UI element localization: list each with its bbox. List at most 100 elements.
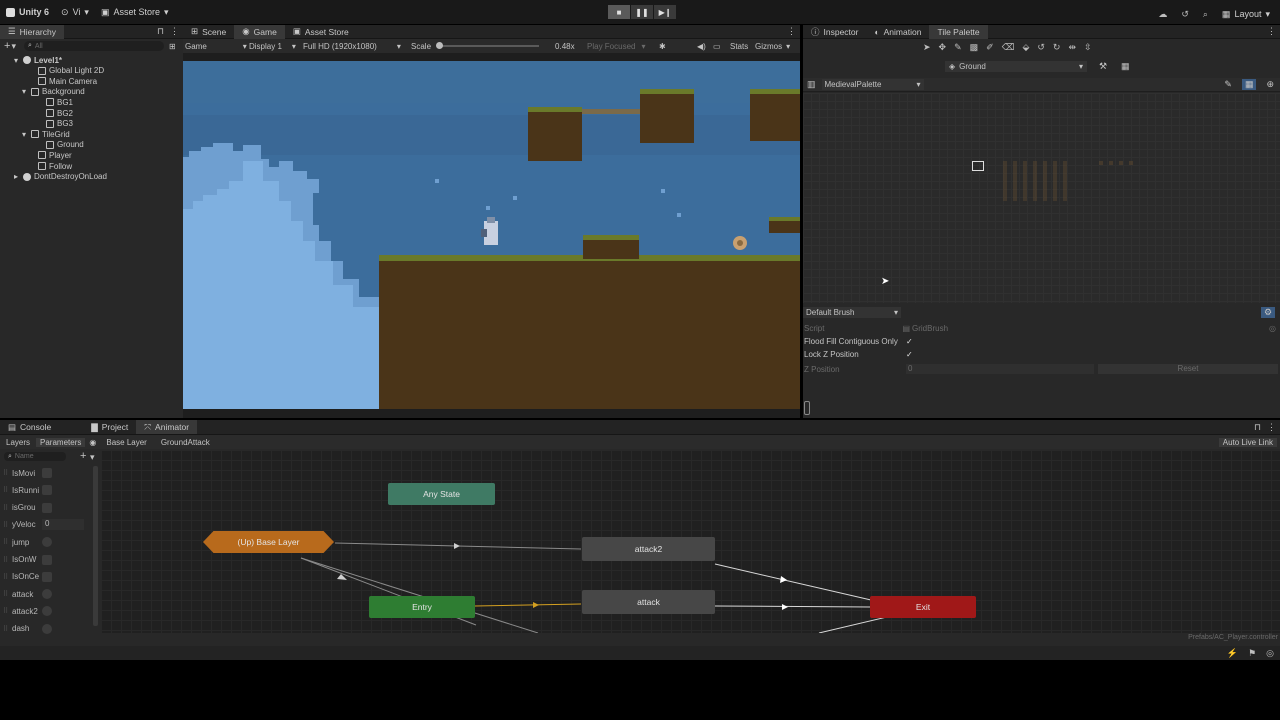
hierarchy-item[interactable]: BG2 — [46, 108, 73, 118]
step-button[interactable]: ▶❙ — [654, 5, 676, 19]
parameter-row[interactable]: ⠿ attack2 — [0, 603, 90, 619]
hierarchy-item[interactable]: ▾ TileGrid — [22, 129, 70, 139]
resize-handle[interactable] — [804, 401, 810, 415]
parameter-checkbox[interactable] — [42, 554, 52, 565]
flood-fill-checkbox[interactable]: ✓ — [906, 337, 914, 346]
paint-brush-icon[interactable]: ✎ — [954, 42, 962, 53]
parameter-row[interactable]: ⠿ dash — [0, 621, 90, 637]
add-icon[interactable]: + — [4, 40, 10, 52]
display-dropdown[interactable]: Display 1 ▾ — [249, 39, 296, 53]
display-icon[interactable]: ▭ — [713, 42, 721, 51]
flip-y-icon[interactable]: ⇳ — [1084, 42, 1092, 53]
drag-handle-icon[interactable]: ⠿ — [0, 504, 12, 512]
chevron-down-icon[interactable]: ▾ — [14, 56, 20, 65]
reset-button[interactable]: Reset — [1098, 364, 1278, 374]
drag-handle-icon[interactable]: ⠿ — [0, 486, 12, 494]
hierarchy-item[interactable]: ▸ DontDestroyOnLoad — [14, 172, 107, 182]
hierarchy-item[interactable]: ▾ Background — [22, 87, 85, 97]
scale-slider[interactable] — [436, 42, 540, 49]
parameter-checkbox[interactable] — [42, 502, 52, 513]
tab-hierarchy[interactable]: ☰ Hierarchy — [0, 24, 64, 39]
stats-button[interactable]: Stats — [730, 39, 748, 53]
select-tool-icon[interactable]: ➤ — [923, 42, 931, 53]
search-icon[interactable]: ⌕ — [1203, 9, 1208, 20]
drag-handle-icon[interactable]: ⠿ — [0, 521, 12, 529]
rotate-cw-icon[interactable]: ↻ — [1053, 42, 1061, 53]
layout-dropdown[interactable]: ▦ Layout ▾ — [1222, 5, 1270, 23]
lock-icon[interactable]: ⊓ — [157, 26, 164, 37]
grid-icon[interactable]: ▦ — [1241, 79, 1257, 90]
progress-icon[interactable]: ◎ — [1266, 648, 1274, 659]
parameter-row[interactable]: ⠿ IsOnCe — [0, 569, 90, 585]
parameter-row[interactable]: ⠿ yVeloc 0 — [0, 517, 90, 533]
chevron-right-icon[interactable]: ▸ — [14, 172, 20, 181]
animator-graph[interactable]: Any State (Up) Base Layer attack2 Entry … — [101, 450, 1280, 633]
tab-project[interactable]: ▇ Project — [83, 420, 136, 434]
parameter-trigger[interactable] — [42, 537, 52, 548]
hierarchy-item[interactable]: Ground — [46, 140, 84, 150]
any-state-node[interactable]: Any State — [388, 483, 495, 505]
parameter-search-input[interactable]: ⌕ Name — [4, 452, 66, 461]
flip-x-icon[interactable]: ⇹ — [1068, 42, 1076, 53]
palette-canvas[interactable]: ➤ — [803, 93, 1280, 303]
up-base-layer-node[interactable]: (Up) Base Layer — [203, 531, 334, 553]
auto-live-link-button[interactable]: Auto Live Link — [1218, 437, 1277, 447]
drag-handle-icon[interactable]: ⠿ — [0, 590, 12, 598]
bug-icon[interactable]: ✱ — [659, 39, 666, 53]
tab-animation[interactable]: ◐ Animation — [866, 25, 929, 39]
lock-icon[interactable]: ⊓ — [1254, 422, 1261, 433]
parameter-row[interactable]: ⠿ jump — [0, 534, 90, 550]
exit-node[interactable]: Exit — [870, 596, 976, 618]
tab-scene[interactable]: ⊞ Scene — [183, 25, 234, 39]
parameter-checkbox[interactable] — [42, 571, 52, 582]
hierarchy-item[interactable]: BG3 — [46, 119, 73, 129]
tab-console[interactable]: ▤ Console — [0, 420, 59, 434]
active-tilemap-dropdown[interactable]: ◈ Ground ▾ — [945, 61, 1087, 72]
audio-icon[interactable]: ◀) — [697, 39, 706, 53]
hierarchy-item[interactable]: Main Camera — [38, 76, 97, 86]
scrollbar[interactable] — [93, 466, 98, 626]
hierarchy-item[interactable]: ▾ Level1* — [14, 55, 62, 65]
edit-icon[interactable]: ✎ — [1224, 79, 1232, 90]
resolution-dropdown[interactable]: Full HD (1920x1080) ▾ — [303, 39, 401, 53]
brush-dropdown[interactable]: Default Brush ▾ — [803, 307, 901, 318]
filter-icon[interactable]: ⊞ — [169, 42, 176, 51]
brush-settings-icon[interactable]: ⚙ — [1261, 307, 1276, 318]
add-parameter-icon[interactable]: + — [80, 450, 86, 462]
hierarchy-item[interactable]: BG1 — [46, 97, 73, 107]
drag-handle-icon[interactable]: ⠿ — [0, 469, 12, 477]
entry-node[interactable]: Entry — [369, 596, 475, 618]
eye-icon[interactable]: ◉ — [89, 438, 96, 447]
game-mode-dropdown[interactable]: Game ▾ — [185, 39, 247, 53]
parameters-tab[interactable]: Parameters — [36, 437, 86, 447]
parameter-row[interactable]: ⠿ IsRunni — [0, 482, 90, 498]
drag-handle-icon[interactable]: ⠿ — [0, 573, 12, 581]
eraser-icon[interactable]: ⌫ — [1002, 42, 1015, 53]
lock-z-checkbox[interactable]: ✓ — [906, 350, 914, 359]
scale-slider-thumb[interactable] — [436, 42, 444, 49]
palette-dropdown[interactable]: MedievalPalette ▾ — [821, 79, 924, 90]
chevron-down-icon[interactable]: ▾ — [22, 130, 28, 139]
collab-icon[interactable]: ⚑ — [1248, 648, 1256, 659]
hierarchy-item[interactable]: Follow — [38, 161, 72, 171]
hierarchy-search-input[interactable]: ⌕ All — [23, 41, 164, 51]
chevron-down-icon[interactable]: ▾ — [11, 41, 16, 52]
grid-toggle-icon[interactable]: ▦ — [1121, 61, 1130, 72]
parameter-checkbox[interactable] — [42, 485, 52, 496]
hierarchy-item[interactable]: Player — [38, 150, 72, 160]
layers-tab[interactable]: Layers — [0, 438, 36, 447]
gizmo-icon[interactable]: ⊕ — [1266, 79, 1274, 90]
parameter-row[interactable]: ⠿ isGrou — [0, 500, 90, 516]
play-focused-dropdown[interactable]: Play Focused ▾ — [587, 39, 645, 53]
more-icon[interactable]: ⋮ — [1267, 422, 1276, 433]
rotate-ccw-icon[interactable]: ↺ — [1037, 42, 1045, 53]
history-icon[interactable]: ↺ — [1181, 9, 1189, 20]
parameter-trigger[interactable] — [42, 623, 52, 634]
account-button[interactable]: Unity 6 — [0, 3, 55, 21]
hierarchy-item[interactable]: Global Light 2D — [38, 66, 104, 76]
picker-icon[interactable]: ✐ — [986, 42, 994, 53]
pause-button[interactable]: ❚❚ — [631, 5, 653, 19]
parameter-row[interactable]: ⠿ attack — [0, 586, 90, 602]
move-tool-icon[interactable]: ✥ — [939, 42, 947, 53]
attack2-state-node[interactable]: attack2 — [582, 537, 715, 561]
